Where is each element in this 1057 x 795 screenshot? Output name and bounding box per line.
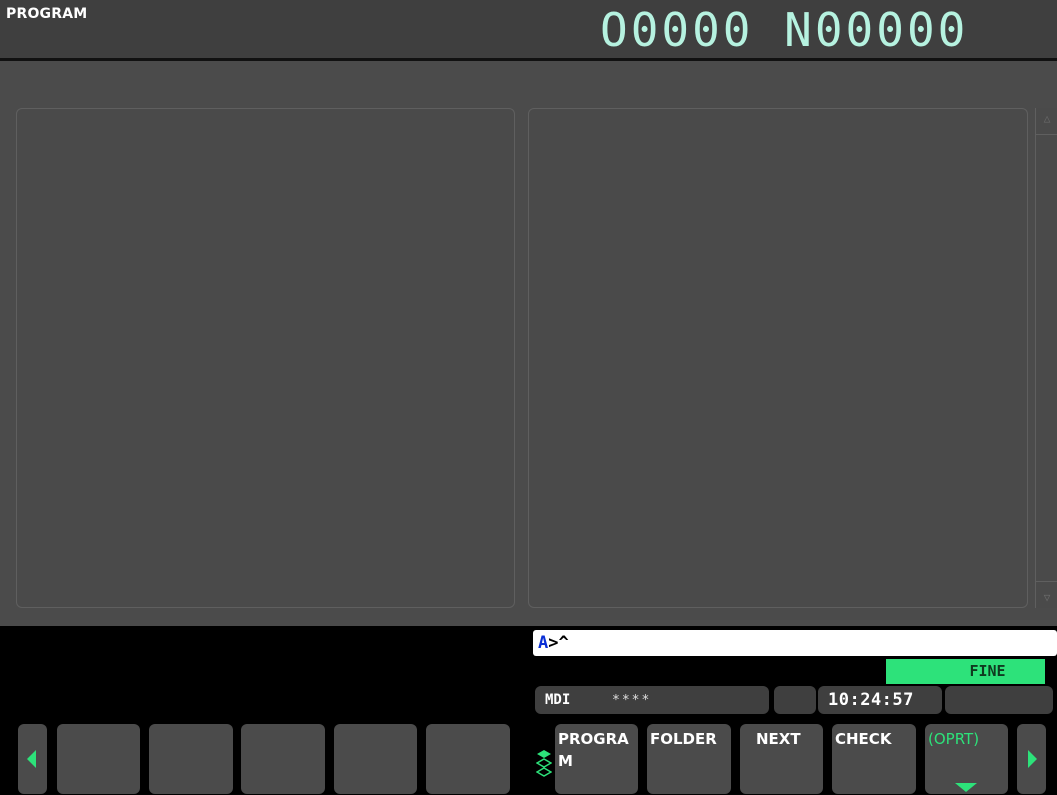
fine-status-badge: FINE [886,659,1045,684]
softkey-prev-button[interactable] [18,724,47,794]
status-stars: **** [612,693,652,708]
scroll-divider [1036,134,1057,135]
key-input-line[interactable] [533,630,1057,656]
softkey-program-button[interactable]: PROGRA M [555,724,638,794]
input-prompt: A>^ [538,633,569,653]
softkey-operation-button[interactable]: (OPRT) [925,724,1008,794]
input-prompt-prefix: A [538,633,549,653]
softkey-next-label: NEXT [756,730,801,748]
arrow-left-icon [27,750,36,768]
program-number-display: O0000 N00000 [600,3,969,57]
triangle-up-icon[interactable]: △ [1036,112,1057,125]
softkey-folder-label: FOLDER [650,730,717,748]
softkey-blank-2[interactable] [149,724,233,794]
scroll-divider [1036,581,1057,582]
layers-icon [536,750,552,777]
arrow-right-icon [1028,750,1037,768]
softkey-operation-label: (OPRT) [928,730,980,748]
vertical-scrollbar[interactable]: △ ▽ [1035,108,1057,608]
softkey-next-page-button[interactable] [1017,724,1046,794]
status-empty-box [945,686,1053,714]
triangle-down-icon[interactable]: ▽ [1036,591,1057,604]
softkey-folder-button[interactable]: FOLDER [647,724,731,794]
softkey-blank-3[interactable] [241,724,325,794]
mode-label: MDI [545,692,571,708]
softkey-next-button[interactable]: NEXT [740,724,823,794]
status-empty-box [774,686,816,714]
softkey-check-label: CHECK [835,730,892,748]
softkey-blank-5[interactable] [426,724,510,794]
program-list-panel[interactable] [16,108,515,608]
arrow-down-icon [955,783,977,792]
softkey-blank-1[interactable] [57,724,140,794]
softkey-blank-4[interactable] [334,724,417,794]
screen-title: PROGRAM [6,6,88,22]
program-content-panel[interactable] [528,108,1028,608]
softkey-check-button[interactable]: CHECK [832,724,916,794]
clock: 10:24:57 [828,690,914,710]
input-prompt-text: >^ [548,633,569,653]
softkey-program-label: PROGRA M [558,730,629,770]
